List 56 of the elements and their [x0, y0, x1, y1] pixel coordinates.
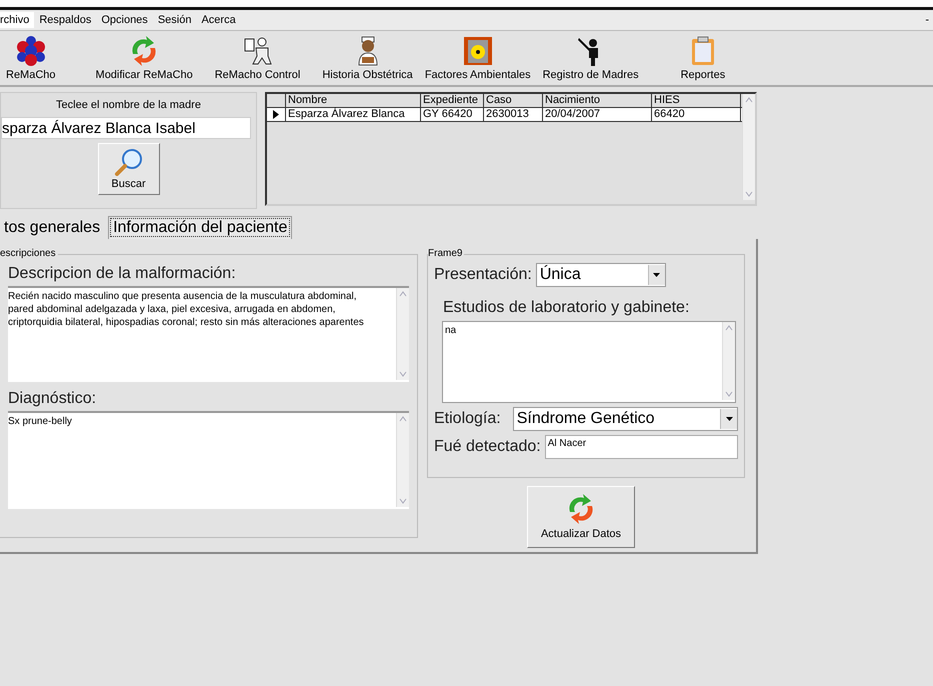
malformation-field[interactable] [8, 286, 409, 382]
malformation-label: Descripcion de la malformación: [8, 265, 237, 283]
toolbar-button[interactable]: Modificar ReMaCho [90, 31, 199, 85]
menu-item[interactable]: Respaldos [34, 12, 96, 28]
detected-field[interactable]: Al Nacer [544, 435, 738, 459]
table-cell: 2630013 [484, 108, 543, 121]
presentation-label: Presentación: [434, 266, 532, 284]
toolbar-button[interactable]: Registro de Madres [536, 31, 645, 85]
doctor-icon [242, 36, 273, 66]
table-cell: 20/04/2007 [543, 108, 652, 121]
menu-item[interactable]: rchivo [0, 12, 34, 28]
scrollbar[interactable] [742, 94, 755, 200]
toolbar-button[interactable]: Reportes [674, 31, 732, 85]
menu-item[interactable]: Acerca [196, 12, 241, 28]
detected-label: Fué detectado: [434, 438, 541, 456]
tab[interactable]: Información del paciente [108, 216, 292, 239]
etiology-label: Etiología: [434, 410, 501, 428]
scrollbar[interactable] [396, 413, 409, 507]
minimize-button[interactable]: - [925, 14, 933, 26]
toolbar-button[interactable]: ReMacho Control [208, 31, 306, 85]
dropdown-arrow-icon [653, 273, 660, 277]
text-line: criptorquidia bilateral, hipospadias coronal; resto sin más alteraciones aparentes [8, 316, 365, 329]
magnifier-icon [114, 148, 144, 176]
tab[interactable]: tos generales [0, 217, 104, 239]
diagnosis-field[interactable]: Sx prune-belly [8, 411, 409, 509]
column-header[interactable]: HIES [652, 94, 741, 107]
table-cell: 66420 [652, 108, 741, 121]
column-header[interactable]: Nacimiento [543, 94, 652, 107]
diagnosis-label: Diagnóstico: [8, 390, 98, 408]
table-cell: GY 66420 [421, 108, 484, 121]
dropdown-arrow-icon [726, 417, 732, 421]
group-title: Frame9 [428, 248, 464, 259]
scrollbar[interactable] [396, 288, 409, 380]
search-label: Teclee el nombre de la madre [56, 99, 201, 111]
hazard-icon [462, 36, 493, 66]
etiology-dropdown[interactable]: Síndrome Genético [512, 407, 738, 431]
update-button[interactable]: Actualizar Datos [527, 486, 635, 548]
column-header[interactable]: Nombre [286, 94, 421, 107]
name-field[interactable]: sparza Álvarez Blanca Isabel [1, 117, 251, 139]
scrollbar[interactable] [722, 322, 735, 400]
row-pointer-icon [273, 110, 279, 119]
toolbar-button[interactable]: Factores Ambientales [418, 31, 537, 85]
studies-field[interactable]: na [442, 321, 736, 403]
column-header[interactable]: Caso [484, 94, 543, 107]
menu-item[interactable]: Sesión [152, 12, 196, 28]
molecule-icon [16, 36, 46, 66]
presentation-dropdown[interactable]: Única [536, 263, 666, 287]
group-title: escripciones [0, 248, 58, 259]
menu-item[interactable]: Opciones [96, 12, 153, 28]
studies-label: Estudios de laboratorio y gabinete: [443, 299, 690, 317]
text-line: pared abdominal adelgazada y laxa, piel excesiva, arrugada en abdomen, [8, 303, 336, 316]
toolbar-button[interactable]: Historia Obstétrica [316, 31, 419, 85]
column-header[interactable]: Expediente [421, 94, 484, 107]
text-line: Recién nacido masculino que presenta ausencia de la musculatura abdominal, [8, 290, 358, 303]
toolbar-button[interactable]: ReMaCho [0, 31, 62, 85]
search-button[interactable]: Buscar [98, 143, 160, 195]
